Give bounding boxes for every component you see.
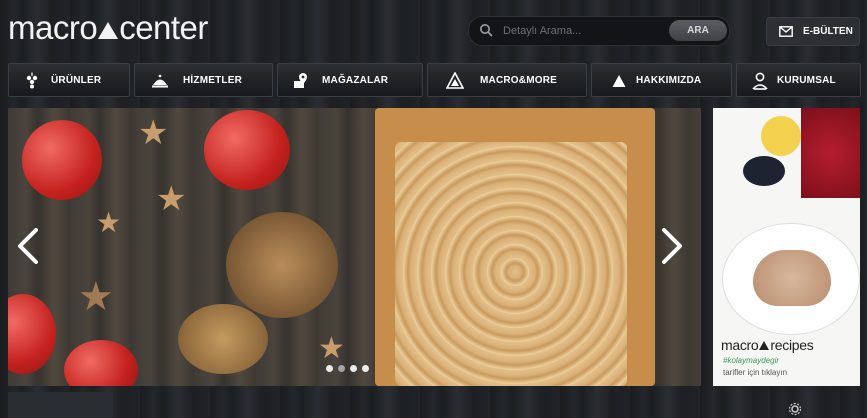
- crumbs-image: [178, 304, 268, 374]
- nav-label-hakkimizda: HAKKIMIZDA: [636, 75, 702, 86]
- newsletter-label: E-BÜLTEN: [803, 26, 853, 37]
- nav-item-hizmetler[interactable]: HİZMETLER: [134, 63, 273, 97]
- apple-image: [22, 120, 102, 200]
- nav-item-macroandmore[interactable]: MACRO&MORE: [427, 63, 587, 97]
- person-icon: [752, 72, 768, 90]
- apple-tart-image: [375, 108, 655, 386]
- cookie-star-image: ★: [78, 275, 114, 319]
- footer-tab: [8, 392, 113, 418]
- logo-text-right: center: [119, 9, 208, 46]
- beet-slices-image: [801, 108, 860, 198]
- ad-hashtag: #kolaymaydegir: [723, 356, 780, 365]
- heart-shaped-dish-image: [753, 250, 831, 306]
- cookie-star-image: ★: [156, 180, 187, 218]
- search-input[interactable]: [501, 21, 645, 41]
- nav-item-hakkimizda[interactable]: HAKKIMIZDA: [591, 63, 732, 97]
- slider-pagination: [326, 359, 374, 377]
- hero-slider[interactable]: ★ ★ ★ ★ ★: [8, 108, 701, 386]
- ad-triangle-icon: [759, 341, 770, 350]
- nav-label-hizmetler: HİZMETLER: [183, 75, 243, 86]
- nav-label-kurumsal: KURUMSAL: [777, 75, 836, 86]
- logo-text-left: macro: [8, 9, 98, 46]
- ad-brand-left: macro: [721, 337, 759, 353]
- macrorecipes-banner[interactable]: macro recipes #kolaymaydegir tarifler içi…: [713, 108, 860, 386]
- newsletter-button[interactable]: E-BÜLTEN: [766, 17, 860, 46]
- triangle-logo-icon: [446, 72, 464, 89]
- mail-icon: [779, 26, 793, 37]
- nav-item-kurumsal[interactable]: KURUMSAL: [736, 63, 861, 97]
- grapes-icon: [26, 72, 38, 89]
- chevron-right-icon[interactable]: [658, 226, 686, 266]
- apple-image: [204, 110, 290, 190]
- chevron-left-icon[interactable]: [14, 226, 42, 266]
- triangle-icon: [612, 75, 626, 87]
- main-nav: ÜRÜNLER HİZMETLER MAĞAZALAR MACRO&MORE H…: [8, 63, 861, 97]
- ad-subtitle[interactable]: tarifler için tıklayın: [723, 368, 787, 377]
- header: macro center ARA E-BÜLTEN: [0, 0, 867, 58]
- cloche-icon: [152, 74, 168, 88]
- cookie-star-image: ★: [96, 207, 122, 238]
- slider-dot[interactable]: [338, 365, 345, 372]
- ad-brand-right: recipes: [770, 337, 814, 353]
- gear-icon: [788, 402, 802, 416]
- cookie-star-image: ★: [138, 114, 169, 152]
- slider-dot[interactable]: [362, 365, 369, 372]
- walnut-bowl-image: [226, 212, 338, 318]
- macrorecipes-logo: macro recipes: [721, 337, 814, 353]
- nav-item-urunler[interactable]: ÜRÜNLER: [8, 63, 130, 97]
- logo-triangle-icon: [98, 22, 119, 39]
- lemon-image: [761, 116, 801, 156]
- search-icon: [480, 24, 493, 37]
- slider-dot[interactable]: [326, 365, 333, 372]
- search-button[interactable]: ARA: [669, 20, 727, 41]
- nav-item-magazalar[interactable]: MAĞAZALAR: [277, 63, 423, 97]
- store-location-icon: [294, 73, 307, 88]
- footer-link[interactable]: [788, 402, 867, 418]
- nav-label-macroandmore: MACRO&MORE: [480, 75, 557, 86]
- slider-dot[interactable]: [350, 365, 357, 372]
- nav-label-magazalar: MAĞAZALAR: [322, 75, 389, 86]
- tart-filling: [395, 142, 627, 386]
- search-bar: ARA: [468, 16, 730, 46]
- caviar-jar-image: [743, 156, 785, 186]
- nav-label-urunler: ÜRÜNLER: [51, 75, 102, 86]
- site-logo[interactable]: macro center: [8, 8, 208, 48]
